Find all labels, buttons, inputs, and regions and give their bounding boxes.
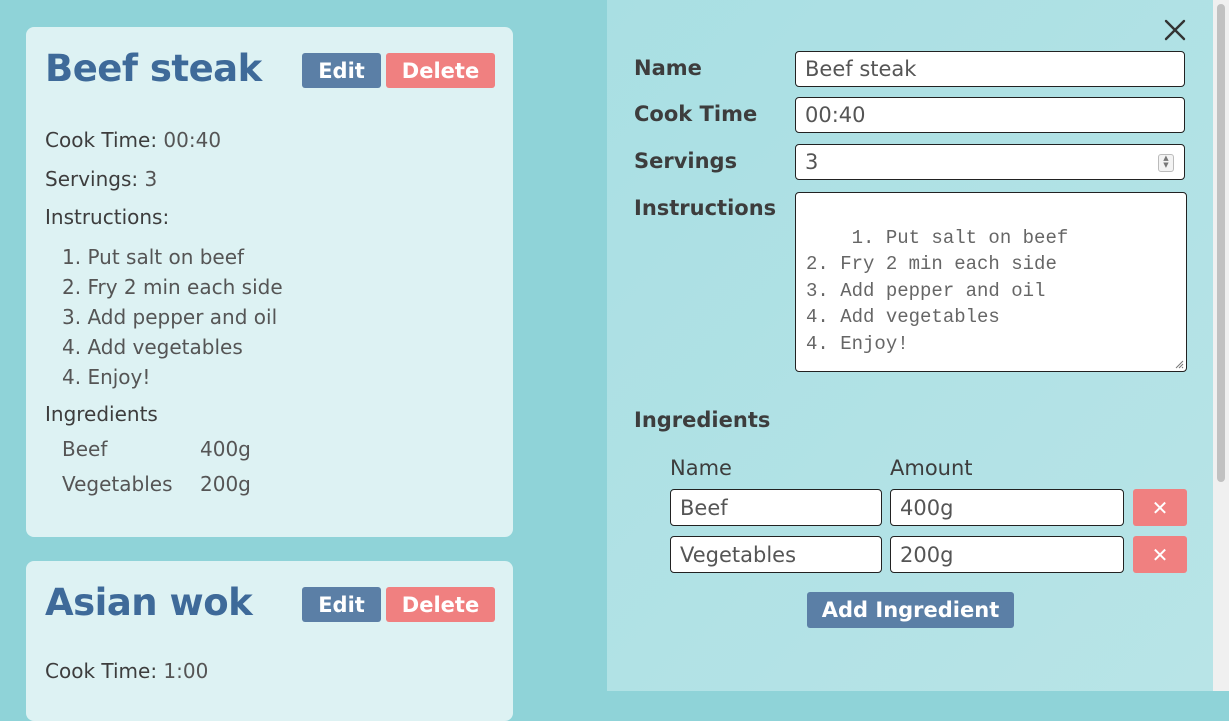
ingredient-amount: 200g bbox=[200, 472, 251, 496]
ingredient-name-header: Name bbox=[670, 456, 732, 480]
recipe-card: Beef steak Edit Delete Cook Time: 00:40 … bbox=[26, 27, 513, 537]
cook-time-input[interactable]: 00:40 bbox=[795, 97, 1185, 133]
ingredients-label: Ingredients bbox=[45, 402, 158, 426]
close-icon[interactable] bbox=[1163, 18, 1187, 42]
remove-ingredient-button[interactable]: ✕ bbox=[1133, 536, 1187, 573]
name-label: Name bbox=[634, 56, 702, 80]
instructions-text: 1. Put salt on beef 2. Fry 2 min each si… bbox=[806, 226, 1069, 355]
cook-time-label: Cook Time: bbox=[45, 659, 158, 683]
ingredient-row: Vegetables 200g bbox=[62, 472, 251, 507]
servings-value: 3 bbox=[144, 167, 158, 191]
ingredient-amount: 400g bbox=[200, 437, 251, 461]
instructions-label: Instructions bbox=[634, 196, 777, 220]
ingredient-amount-input[interactable]: 400g bbox=[890, 489, 1124, 526]
add-ingredient-button[interactable]: Add Ingredient bbox=[807, 592, 1014, 628]
instructions-textarea[interactable]: 1. Put salt on beef 2. Fry 2 min each si… bbox=[795, 192, 1187, 372]
ingredient-name-input[interactable]: Beef bbox=[670, 489, 882, 526]
remove-icon: ✕ bbox=[1151, 542, 1169, 567]
ingredient-name: Vegetables bbox=[62, 472, 173, 496]
servings-line: Servings: 3 bbox=[45, 167, 157, 191]
instruction-step: 1. Put salt on beef bbox=[62, 245, 245, 269]
ingredient-name: Beef bbox=[62, 437, 108, 461]
resize-grip-icon[interactable] bbox=[1174, 359, 1184, 369]
ingredients-table: Beef 400g Vegetables 200g bbox=[62, 437, 251, 507]
instructions-label: Instructions: bbox=[45, 205, 170, 229]
servings-label: Servings bbox=[634, 149, 738, 173]
cook-time-value: 00:40 bbox=[163, 128, 222, 152]
servings-value: 3 bbox=[805, 150, 819, 174]
recipe-list: Beef steak Edit Delete Cook Time: 00:40 … bbox=[0, 0, 607, 721]
ingredient-name-input[interactable]: Vegetables bbox=[670, 536, 882, 573]
ingredient-row: Beef 400g bbox=[62, 437, 251, 472]
name-input[interactable]: Beef steak bbox=[795, 51, 1185, 87]
delete-button[interactable]: Delete bbox=[386, 587, 495, 622]
delete-button[interactable]: Delete bbox=[386, 53, 495, 88]
ingredients-label: Ingredients bbox=[634, 408, 771, 432]
number-spinner-icon[interactable]: ▲ ▼ bbox=[1158, 154, 1174, 172]
servings-label: Servings: bbox=[45, 167, 139, 191]
cook-time-value: 1:00 bbox=[163, 659, 209, 683]
cook-time-label: Cook Time: bbox=[45, 128, 158, 152]
remove-icon: ✕ bbox=[1151, 495, 1169, 520]
ingredient-amount-header: Amount bbox=[890, 456, 973, 480]
servings-input[interactable]: 3 ▲ ▼ bbox=[795, 144, 1185, 180]
scrollbar-thumb[interactable] bbox=[1217, 4, 1225, 482]
remove-ingredient-button[interactable]: ✕ bbox=[1133, 489, 1187, 526]
instruction-step: 4. Add vegetables bbox=[62, 335, 243, 359]
cook-time-label: Cook Time bbox=[634, 102, 758, 126]
ingredient-amount-input[interactable]: 200g bbox=[890, 536, 1124, 573]
scrollbar[interactable] bbox=[1213, 0, 1229, 691]
recipe-title: Asian wok bbox=[45, 581, 253, 624]
instruction-step: 3. Add pepper and oil bbox=[62, 305, 278, 329]
cook-time-line: Cook Time: 00:40 bbox=[45, 128, 221, 152]
recipe-title: Beef steak bbox=[45, 47, 262, 90]
recipe-edit-panel: Name Beef steak Cook Time 00:40 Servings… bbox=[607, 0, 1213, 691]
instruction-step: 2. Fry 2 min each side bbox=[62, 275, 283, 299]
instruction-step: 4. Enjoy! bbox=[62, 365, 151, 389]
edit-button[interactable]: Edit bbox=[302, 587, 381, 622]
cook-time-line: Cook Time: 1:00 bbox=[45, 659, 208, 683]
instructions-list: 1. Put salt on beef 2. Fry 2 min each si… bbox=[62, 242, 283, 392]
edit-button[interactable]: Edit bbox=[302, 53, 381, 88]
recipe-card: Asian wok Edit Delete Cook Time: 1:00 bbox=[26, 561, 513, 721]
